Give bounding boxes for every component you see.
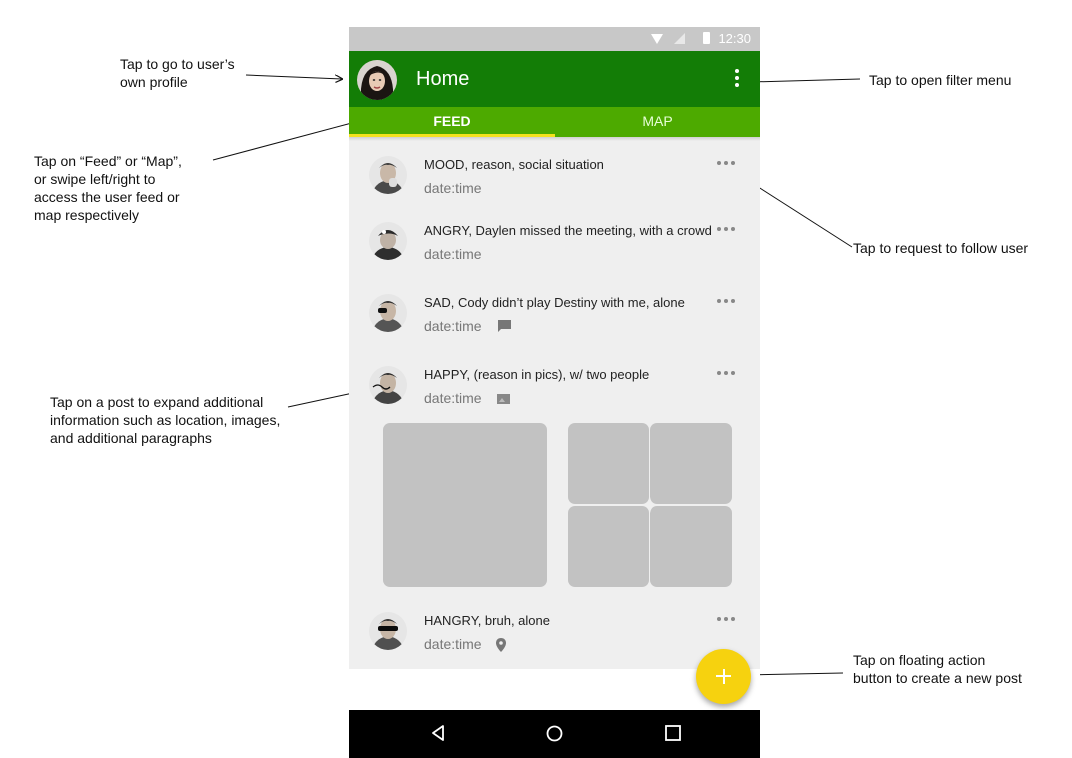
feed-post[interactable]: SAD, Cody didn’t play Destiny with me, a…	[349, 279, 760, 339]
user-avatar[interactable]	[369, 294, 407, 332]
status-time: 12:30	[718, 31, 751, 46]
post-headline: MOOD, reason, social situation	[424, 157, 604, 172]
user-avatar[interactable]	[369, 366, 407, 404]
wifi-icon	[651, 34, 663, 44]
arrow-profile	[245, 74, 342, 79]
follow-more-icon[interactable]	[717, 227, 735, 233]
post-date: date:time	[424, 636, 482, 652]
annotation-profile: Tap to go to user’s own profile	[120, 56, 235, 90]
location-pin-icon	[496, 638, 506, 652]
sparkle-icon	[642, 497, 658, 513]
tab-map[interactable]: MAP	[555, 107, 760, 137]
feed-post[interactable]: MOOD, reason, social situation date:time	[349, 141, 760, 201]
follow-more-icon[interactable]	[717, 299, 735, 305]
post-headline: HANGRY, bruh, alone	[424, 613, 550, 628]
post-date: date:time	[424, 180, 482, 196]
page-title: Home	[416, 68, 470, 90]
image-icon	[497, 394, 510, 404]
post-headline: HAPPY, (reason in pics), w/ two people	[424, 367, 650, 382]
post-image[interactable]	[568, 423, 649, 504]
tab-bar: FEED MAP	[349, 107, 760, 137]
annotation-fab: Tap on floating action button to create …	[853, 652, 1022, 686]
tab-feed[interactable]: FEED	[349, 107, 555, 137]
feed-post[interactable]: ANGRY, Daylen missed the meeting, with a…	[349, 207, 760, 267]
app-bar: Home	[349, 51, 760, 107]
signal-icon	[674, 33, 685, 44]
home-icon[interactable]	[546, 725, 563, 742]
recents-icon[interactable]	[665, 725, 681, 741]
post-image[interactable]	[568, 506, 649, 587]
post-date: date:time	[424, 390, 482, 406]
user-avatar[interactable]	[369, 156, 407, 194]
phone-screen: 12:30 Home FEED MAP MOOD, reason, social…	[349, 27, 760, 758]
post-headline: SAD, Cody didn’t play Destiny with me, a…	[424, 295, 685, 310]
post-image[interactable]	[383, 423, 547, 587]
new-post-fab[interactable]	[696, 649, 751, 704]
annotation-tabs: Tap on “Feed” or “Map”, or swipe left/ri…	[34, 153, 182, 223]
feed-post[interactable]: HAPPY, (reason in pics), w/ two people d…	[349, 351, 760, 411]
follow-more-icon[interactable]	[717, 617, 735, 623]
system-nav-bar	[349, 710, 760, 758]
post-headline: ANGRY, Daylen missed the meeting, with a…	[424, 223, 712, 238]
feed-post[interactable]: HANGRY, bruh, alone date:time	[349, 597, 760, 657]
annotation-follow: Tap to request to follow user	[853, 240, 1029, 256]
arrow-filter	[751, 79, 861, 82]
user-avatar[interactable]	[369, 612, 407, 650]
user-avatar[interactable]	[369, 222, 407, 260]
post-date: date:time	[424, 318, 482, 334]
status-bar: 12:30	[349, 27, 760, 51]
arrow-tabs	[212, 120, 363, 161]
back-icon[interactable]	[431, 725, 445, 741]
annotation-expand-post: Tap on a post to expand additional infor…	[50, 394, 281, 446]
annotation-filter-menu: Tap to open filter menu	[869, 72, 1012, 88]
follow-more-icon[interactable]	[717, 371, 735, 377]
comment-icon	[498, 320, 511, 332]
battery-icon	[703, 32, 710, 44]
filter-menu-icon[interactable]	[730, 68, 744, 90]
post-image[interactable]	[650, 423, 732, 504]
post-date: date:time	[424, 246, 482, 262]
post-image[interactable]	[650, 506, 732, 587]
follow-more-icon[interactable]	[717, 161, 735, 167]
profile-avatar[interactable]	[357, 60, 397, 100]
